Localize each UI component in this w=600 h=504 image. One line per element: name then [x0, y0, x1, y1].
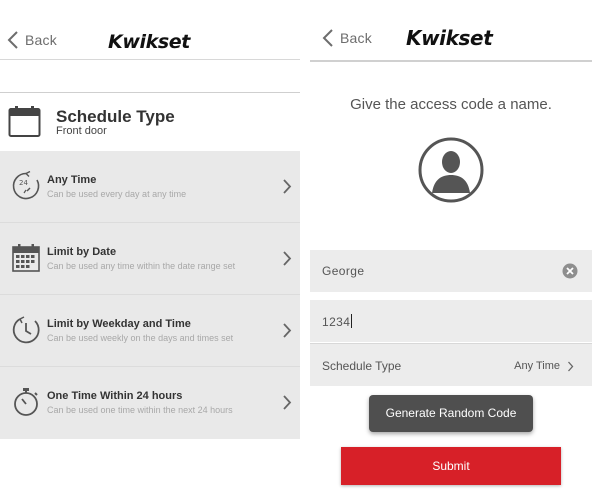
option-title: Any Time	[47, 174, 97, 186]
chevron-right-icon	[283, 179, 292, 194]
schedule-title: Schedule Type	[56, 107, 175, 126]
name-field[interactable]: George	[310, 250, 592, 292]
name-input-value[interactable]: George	[322, 264, 364, 278]
chevron-right-icon	[283, 251, 292, 266]
schedule-header: Schedule Type Front door	[0, 93, 300, 151]
svg-text:24: 24	[19, 179, 28, 187]
code-field[interactable]: 1234	[310, 300, 592, 342]
schedule-subtitle: Front door	[56, 125, 107, 137]
option-subtitle: Can be used one time within the next 24 …	[47, 405, 233, 415]
option-any-time[interactable]: 24 Any Time Can be used every day at any…	[0, 151, 300, 223]
clock-icon	[12, 316, 40, 344]
kwikset-logo: Kwikset	[406, 26, 493, 50]
schedule-type-label: Schedule Type	[322, 359, 402, 373]
text-cursor	[351, 314, 353, 328]
generate-random-code-button[interactable]: Generate Random Code	[369, 395, 533, 432]
code-input-value[interactable]: 1234	[322, 314, 353, 329]
option-subtitle: Can be used every day at any time	[47, 189, 187, 199]
access-code-screen: Back Kwikset Give the access code a name…	[310, 0, 592, 504]
schedule-type-row[interactable]: Schedule Type Any Time	[310, 343, 592, 386]
option-title: One Time Within 24 hours	[47, 390, 183, 402]
nav-bar: Back Kwikset	[310, 0, 592, 62]
user-avatar-icon[interactable]	[418, 137, 484, 203]
nav-bar: Back Kwikset	[0, 0, 300, 60]
option-limit-by-weekday-time[interactable]: Limit by Weekday and Time Can be used we…	[0, 295, 300, 367]
schedule-type-value: Any Time	[514, 360, 560, 372]
chevron-right-icon	[283, 323, 292, 338]
clock-24-icon: 24	[12, 171, 40, 200]
calendar-grid-icon	[12, 244, 40, 272]
back-label: Back	[25, 32, 57, 48]
option-title: Limit by Date	[47, 246, 117, 258]
name-prompt: Give the access code a name.	[350, 96, 552, 113]
back-label: Back	[340, 30, 372, 46]
submit-button[interactable]: Submit	[341, 447, 561, 485]
option-title: Limit by Weekday and Time	[47, 318, 191, 330]
chevron-left-icon	[7, 31, 18, 49]
option-subtitle: Can be used weekly on the days and times…	[47, 333, 234, 343]
back-button[interactable]: Back	[322, 28, 372, 48]
option-one-time-24h[interactable]: One Time Within 24 hours Can be used one…	[0, 367, 300, 439]
option-subtitle: Can be used any time within the date ran…	[47, 261, 236, 271]
schedule-type-screen: Back Kwikset Schedule Type Front door 24…	[0, 0, 300, 504]
chevron-right-icon	[568, 361, 574, 372]
code-text: 1234	[322, 315, 351, 329]
calendar-icon	[8, 106, 41, 137]
chevron-right-icon	[283, 395, 292, 410]
stopwatch-icon	[14, 388, 38, 416]
back-button[interactable]: Back	[7, 30, 57, 50]
option-limit-by-date[interactable]: Limit by Date Can be used any time withi…	[0, 223, 300, 295]
kwikset-logo: Kwikset	[108, 31, 190, 53]
clear-icon[interactable]	[562, 263, 578, 279]
schedule-options-list: 24 Any Time Can be used every day at any…	[0, 151, 300, 439]
chevron-left-icon	[322, 29, 333, 47]
